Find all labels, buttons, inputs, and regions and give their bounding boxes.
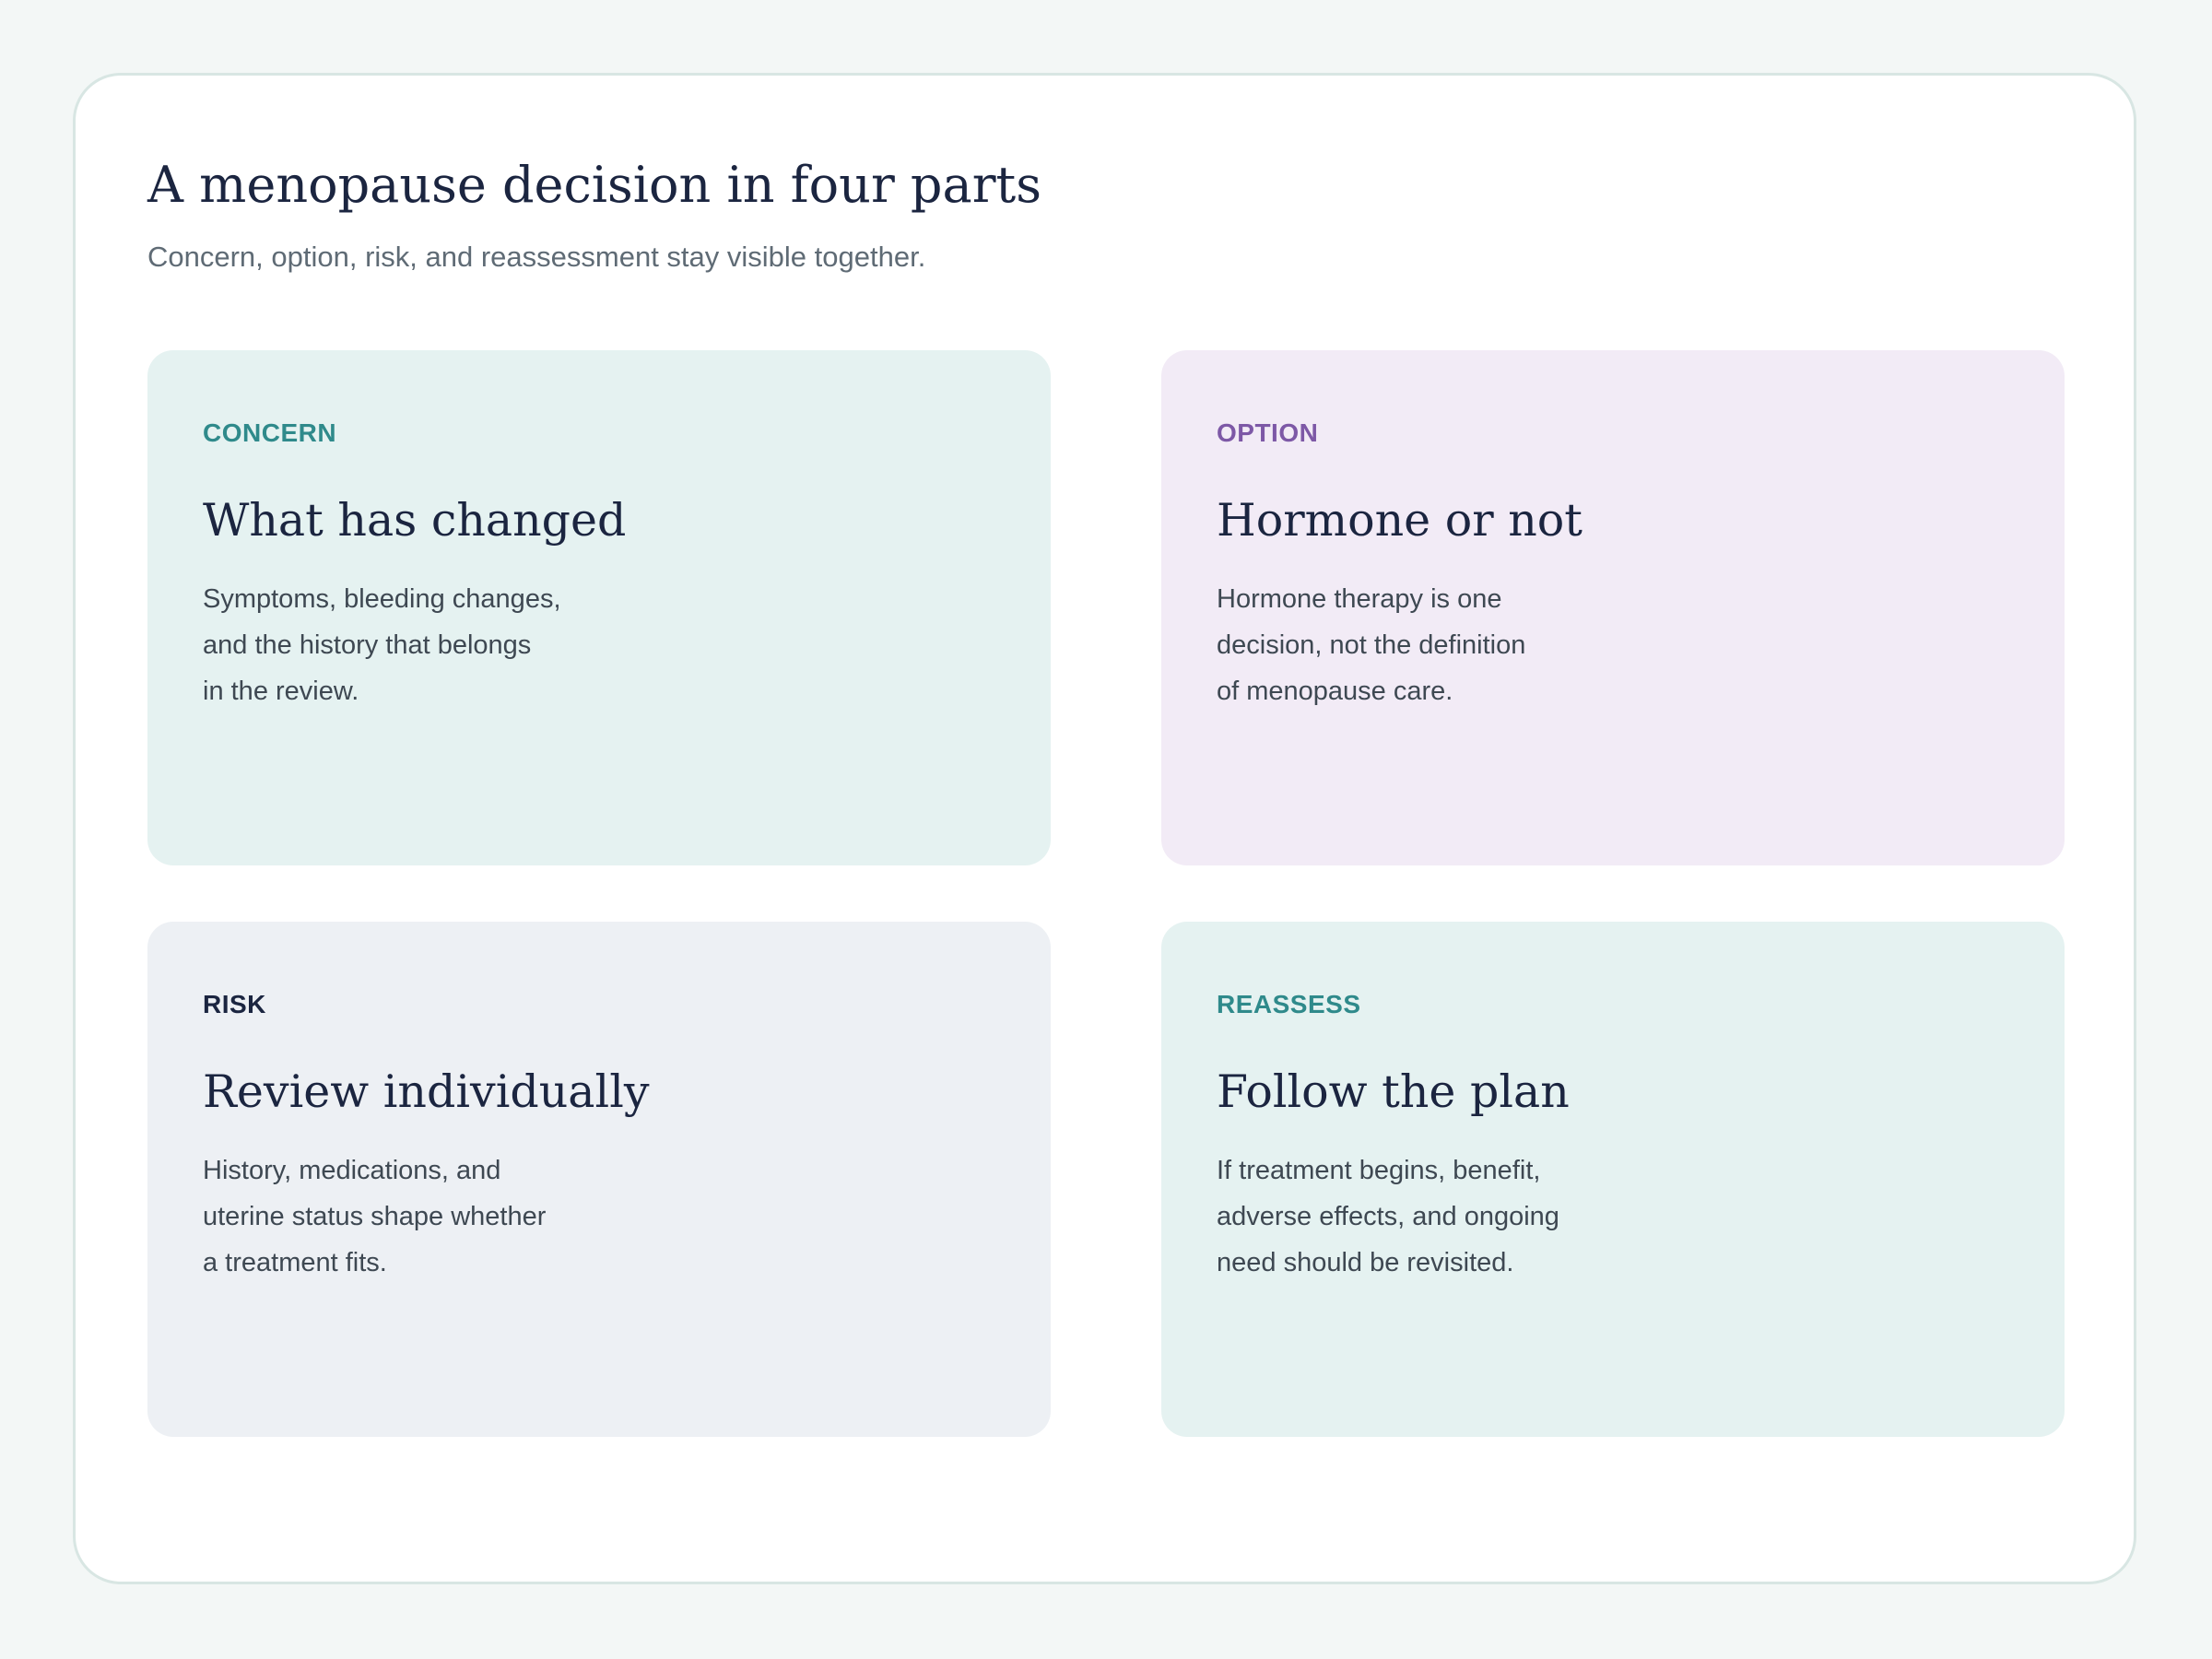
card-label: REASSESS	[1217, 990, 1361, 1018]
card-heading: Review individually	[203, 1065, 650, 1118]
card-body: If treatment begins, benefit, adverse ef…	[1217, 1147, 1622, 1286]
card-label: RISK	[203, 990, 266, 1018]
card-body-line: decision, not the definition	[1217, 630, 1526, 660]
card-option: OPTION Hormone or not Hormone therapy is…	[1161, 350, 2065, 865]
card-body-line: Symptoms, bleeding changes,	[203, 584, 561, 614]
card-body: History, medications, and uterine status…	[203, 1147, 608, 1286]
card-label: CONCERN	[203, 418, 337, 447]
card-risk: RISK Review individually History, medica…	[147, 922, 1051, 1437]
card-reassess: REASSESS Follow the plan If treatment be…	[1161, 922, 2065, 1437]
card-body-line: Hormone therapy is one	[1217, 584, 1502, 614]
card-body-line: History, medications, and	[203, 1156, 501, 1185]
card-body: Symptoms, bleeding changes, and the hist…	[203, 576, 608, 714]
page-subtitle: Concern, option, risk, and reassessment …	[147, 241, 926, 273]
card-label: OPTION	[1217, 418, 1319, 447]
card-heading: Hormone or not	[1217, 494, 1583, 547]
card-body-line: If treatment begins, benefit,	[1217, 1156, 1541, 1185]
card-body-line: need should be revisited.	[1217, 1248, 1514, 1277]
card-body: Hormone therapy is one decision, not the…	[1217, 576, 1622, 714]
page-title: A menopause decision in four parts	[147, 156, 1041, 214]
card-heading: What has changed	[203, 494, 627, 547]
card-heading: Follow the plan	[1217, 1065, 1570, 1118]
card-concern: CONCERN What has changed Symptoms, bleed…	[147, 350, 1051, 865]
card-body-line: a treatment fits.	[203, 1248, 387, 1277]
card-body-line: in the review.	[203, 677, 359, 706]
card-body-line: of menopause care.	[1217, 677, 1453, 706]
card-body-line: adverse effects, and ongoing	[1217, 1202, 1559, 1231]
card-body-line: uterine status shape whether	[203, 1202, 547, 1231]
card-body-line: and the history that belongs	[203, 630, 532, 660]
